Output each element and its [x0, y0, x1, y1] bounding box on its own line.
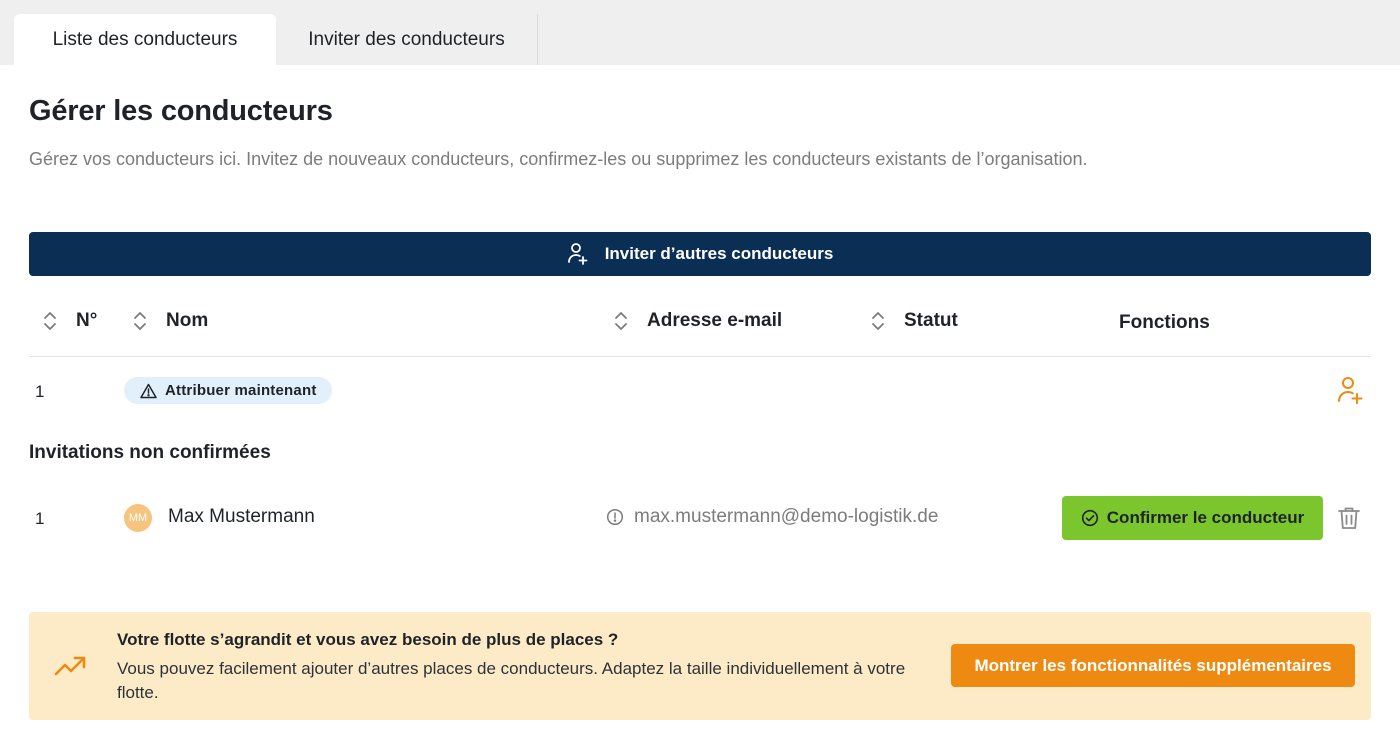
assign-driver-button[interactable]	[1337, 375, 1363, 410]
column-label-functions: Fonctions	[1119, 312, 1210, 333]
column-header-number[interactable]: N°	[42, 306, 97, 336]
page-subtitle: Gérez vos conducteurs ici. Invitez de no…	[29, 149, 1088, 169]
invite-more-drivers-label: Inviter d’autres conducteurs	[604, 244, 834, 263]
info-icon	[606, 508, 624, 526]
show-additional-features-button[interactable]: Montrer les fonctionnalités supplémentai…	[951, 644, 1355, 687]
invitation-name: Max Mustermann	[168, 506, 315, 527]
banner-text: Vous pouvez facilement ajouter d’autres …	[117, 659, 906, 702]
assign-now-label: Attribuer maintenant	[165, 382, 317, 399]
invitation-email-text: max.mustermann@demo-logistik.de	[634, 506, 939, 527]
tab-driver-list[interactable]: Liste des conducteurs	[14, 14, 276, 65]
tab-invite-drivers[interactable]: Inviter des conducteurs	[276, 14, 538, 65]
unconfirmed-invitations-title: Invitations non confirmées	[29, 442, 271, 463]
sort-icon	[870, 309, 886, 333]
sort-icon	[42, 309, 58, 333]
assign-now-badge[interactable]: Attribuer maintenant	[124, 377, 332, 404]
row-number: 1	[35, 382, 45, 401]
table-header-divider	[29, 356, 1371, 357]
confirm-driver-label: Confirmer le conducteur	[1106, 508, 1305, 527]
trending-up-icon	[53, 654, 89, 683]
sort-icon	[132, 309, 148, 333]
warning-icon	[140, 383, 157, 398]
user-plus-icon	[567, 243, 588, 265]
column-header-functions: Fonctions	[1119, 308, 1210, 338]
upgrade-banner: Votre flotte s’agrandit et vous avez bes…	[29, 612, 1371, 720]
avatar: MM	[124, 504, 152, 532]
column-header-name[interactable]: Nom	[132, 306, 208, 336]
sort-icon	[613, 309, 629, 333]
column-label-name: Nom	[166, 310, 209, 331]
column-header-email[interactable]: Adresse e-mail	[613, 306, 782, 336]
banner-title: Votre flotte s’agrandit et vous avez bes…	[117, 630, 619, 649]
invite-more-drivers-button[interactable]: Inviter d’autres conducteurs	[29, 232, 1371, 276]
column-label-number: N°	[76, 310, 98, 331]
user-plus-icon	[1338, 377, 1363, 404]
check-circle-icon	[1081, 509, 1098, 527]
delete-invitation-button[interactable]	[1336, 505, 1362, 536]
tab-bar: Liste des conducteurs Inviter des conduc…	[0, 0, 1400, 65]
invitation-row-number: 1	[35, 509, 45, 528]
column-label-status: Statut	[904, 310, 958, 331]
column-label-email: Adresse e-mail	[647, 310, 783, 331]
column-header-status[interactable]: Statut	[870, 306, 958, 336]
invitation-email: max.mustermann@demo-logistik.de	[606, 506, 938, 528]
confirm-driver-button[interactable]: Confirmer le conducteur	[1062, 496, 1323, 540]
trash-icon	[1338, 507, 1360, 529]
page-title: Gérer les conducteurs	[29, 95, 333, 127]
